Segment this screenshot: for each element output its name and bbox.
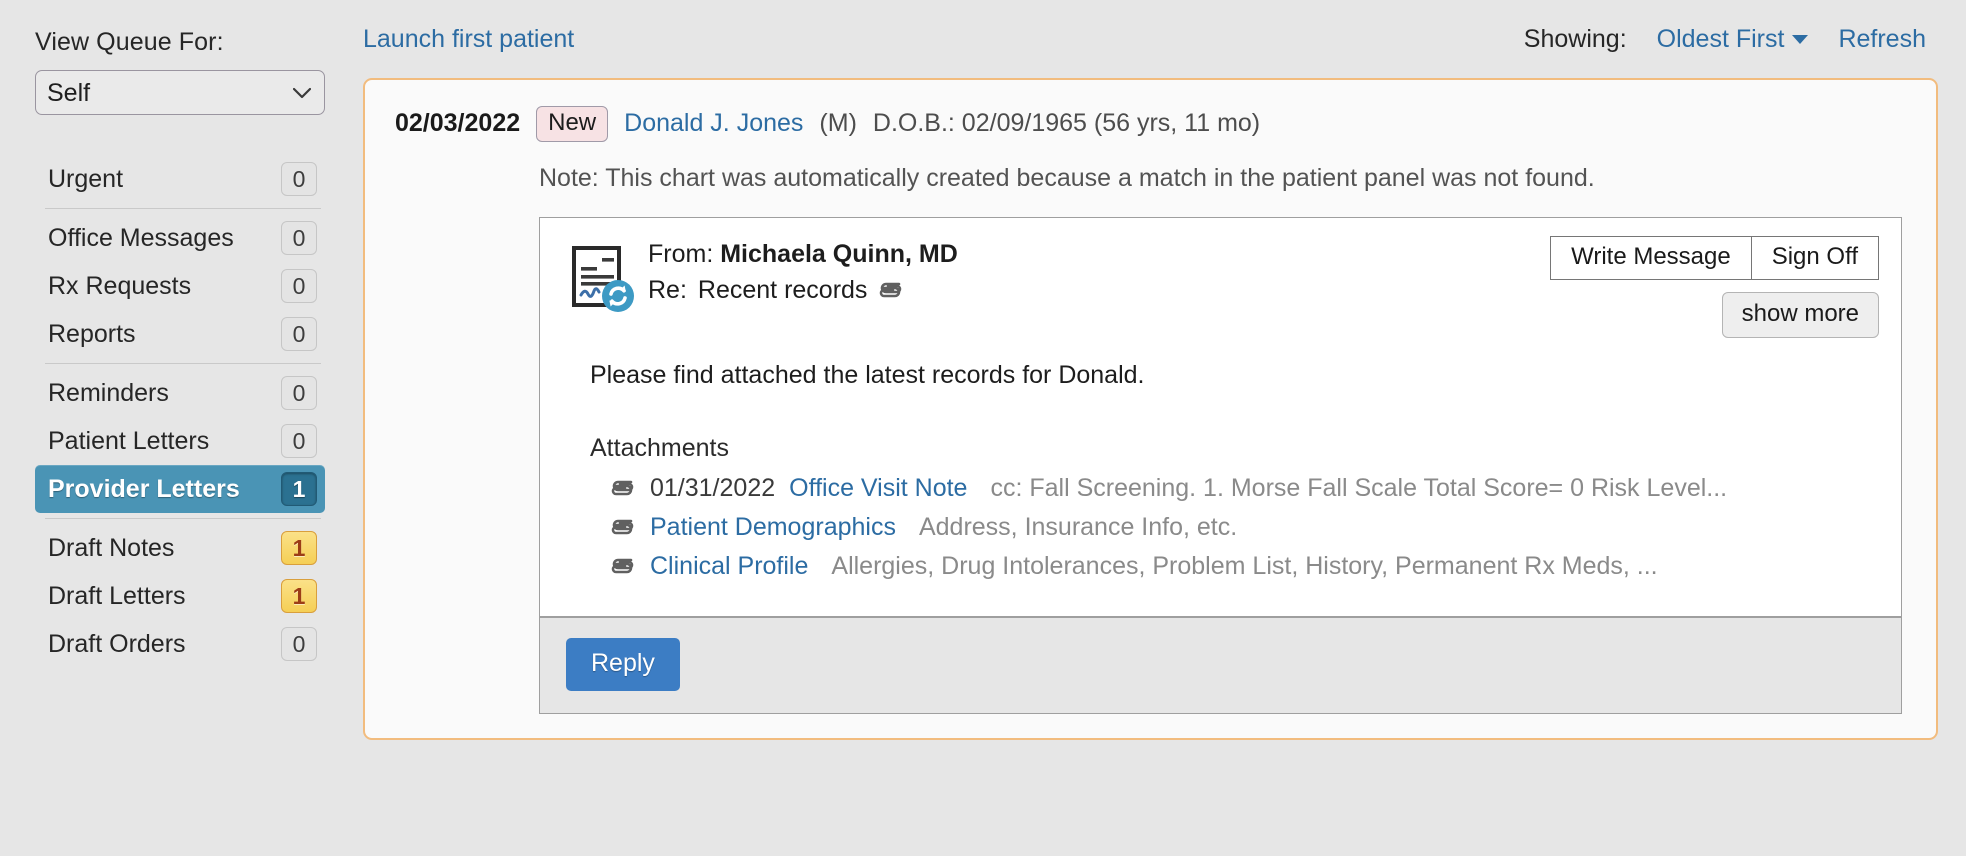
view-queue-label: View Queue For:: [35, 28, 224, 56]
message-header-text: From: Michaela Quinn, MD Re: Recent reco…: [648, 240, 958, 305]
sidebar-divider: [45, 518, 321, 519]
queue-toolbar: Launch first patient Showing: Oldest Fir…: [355, 0, 1938, 78]
sidebar-item-count-badge: 1: [281, 531, 317, 565]
write-message-button[interactable]: Write Message: [1550, 235, 1752, 280]
sidebar-item-label: Draft Notes: [48, 533, 175, 562]
sidebar-item-count-badge: 0: [281, 317, 317, 351]
sidebar-item-draft-notes[interactable]: Draft Notes 1: [35, 524, 325, 572]
message-body-text: Please find attached the latest records …: [590, 360, 1145, 389]
sidebar-item-patient-letters[interactable]: Patient Letters 0: [35, 417, 325, 465]
patient-name-link[interactable]: Donald J. Jones: [624, 109, 803, 138]
sort-order-value: Oldest First: [1656, 24, 1785, 53]
message-panel: From: Michaela Quinn, MD Re: Recent reco…: [539, 216, 1902, 714]
patient-sex: (M): [819, 109, 857, 138]
sidebar-item-count-badge: 0: [281, 376, 317, 410]
paperclip-icon: [611, 480, 634, 496]
sidebar-divider: [45, 208, 321, 209]
document-sync-icon: [566, 244, 638, 321]
chevron-down-icon: [1792, 34, 1809, 44]
sidebar-item-count-badge: 1: [281, 579, 317, 613]
sidebar-item-urgent[interactable]: Urgent 0: [35, 155, 325, 203]
attachment-row: 01/31/2022 Office Visit Note cc: Fall Scre…: [610, 469, 1877, 508]
attachment-link[interactable]: Office Visit Note: [789, 474, 967, 503]
view-queue-select[interactable]: Self: [35, 70, 325, 115]
attachments-title: Attachments: [590, 433, 729, 462]
sidebar-item-count-badge: 0: [281, 269, 317, 303]
attachment-description: cc: Fall Screening. 1. Morse Fall Scale …: [990, 473, 1728, 502]
from-sender-name: Michaela Quinn, MD: [720, 239, 958, 268]
sidebar-item-count-badge: 0: [281, 424, 317, 458]
attachment-date: 01/31/2022: [650, 473, 776, 502]
sidebar-item-rx-requests[interactable]: Rx Requests 0: [35, 262, 325, 310]
show-more-button[interactable]: show more: [1721, 291, 1879, 338]
paperclip-icon: [611, 519, 634, 535]
view-queue-select-wrapper: Self: [35, 70, 325, 115]
launch-first-patient-link[interactable]: Launch first patient: [363, 25, 574, 54]
sidebar-item-reports[interactable]: Reports 0: [35, 310, 325, 358]
sidebar: View Queue For: Self Urgent 0 Office Messa…: [0, 0, 355, 856]
paperclip-icon: [880, 282, 902, 298]
reply-button[interactable]: Reply: [566, 637, 680, 691]
sidebar-item-label: Provider Letters: [48, 474, 240, 503]
status-badge-new: New: [536, 106, 609, 142]
sidebar-item-count-badge: 0: [281, 162, 317, 196]
sidebar-item-label: Patient Letters: [48, 426, 210, 455]
re-subject: Recent records: [697, 275, 868, 304]
main-content: Launch first patient Showing: Oldest Fir…: [355, 0, 1966, 856]
message-re-line: Re: Recent records: [648, 276, 958, 305]
showing-label: Showing:: [1523, 24, 1627, 53]
re-prefix: Re:: [648, 275, 687, 304]
sidebar-item-count-badge: 0: [281, 627, 317, 661]
attachments-list: 01/31/2022 Office Visit Note cc: Fall Scre…: [566, 469, 1877, 586]
sidebar-item-office-messages[interactable]: Office Messages 0: [35, 214, 325, 262]
attachment-row: Clinical Profile Allergies, Drug Intolera…: [610, 547, 1877, 586]
message-action-buttons: Write Message Sign Off: [1550, 235, 1879, 280]
attachment-link[interactable]: Clinical Profile: [650, 552, 808, 581]
inbox-queue-screen: View Queue For: Self Urgent 0 Office Messa…: [0, 0, 1966, 856]
sidebar-item-label: Reminders: [48, 378, 169, 407]
toolbar-right-group: Showing: Oldest First Refresh: [1524, 25, 1938, 54]
message-body: From: Michaela Quinn, MD Re: Recent reco…: [540, 218, 1901, 616]
sidebar-item-label: Draft Letters: [48, 581, 186, 610]
attachment-description: Allergies, Drug Intolerances, Problem Li…: [831, 551, 1658, 580]
sidebar-item-count-badge: 0: [281, 221, 317, 255]
sidebar-item-label: Draft Orders: [48, 629, 186, 658]
attachment-row: Patient Demographics Address, Insurance I…: [610, 508, 1877, 547]
sort-order-dropdown[interactable]: Oldest First: [1657, 25, 1809, 54]
paperclip-icon: [611, 558, 634, 574]
sidebar-item-reminders[interactable]: Reminders 0: [35, 369, 325, 417]
sidebar-item-count-badge: 1: [281, 472, 317, 506]
sidebar-item-draft-orders[interactable]: Draft Orders 0: [35, 620, 325, 668]
refresh-link[interactable]: Refresh: [1838, 25, 1926, 54]
auto-chart-note: Note: This chart was automatically creat…: [539, 163, 1595, 192]
patient-header-row: 02/03/2022 New Donald J. Jones (M) D.O.B…: [387, 102, 1914, 142]
queue-nav-list: Urgent 0 Office Messages 0 Rx Requests 0 Repor…: [35, 155, 325, 668]
queue-item-date: 02/03/2022: [395, 109, 521, 138]
sidebar-divider: [45, 363, 321, 364]
sidebar-item-label: Urgent: [48, 164, 124, 193]
patient-dob: D.O.B.: 02/09/1965 (56 yrs, 11 mo): [872, 109, 1261, 138]
message-from-line: From: Michaela Quinn, MD: [648, 240, 958, 269]
queue-item-card: 02/03/2022 New Donald J. Jones (M) D.O.B…: [363, 78, 1938, 740]
attachment-description: Address, Insurance Info, etc.: [918, 512, 1238, 541]
show-more-wrapper: show more: [1721, 291, 1879, 338]
message-footer: Reply: [540, 615, 1901, 713]
sidebar-item-label: Office Messages: [48, 223, 234, 252]
attachment-link[interactable]: Patient Demographics: [650, 513, 896, 542]
sign-off-button[interactable]: Sign Off: [1751, 235, 1879, 280]
from-prefix: From:: [648, 239, 714, 268]
sidebar-item-provider-letters[interactable]: Provider Letters 1: [35, 465, 325, 513]
sidebar-item-draft-letters[interactable]: Draft Letters 1: [35, 572, 325, 620]
sidebar-item-label: Rx Requests: [48, 271, 192, 300]
sidebar-item-label: Reports: [48, 319, 136, 348]
